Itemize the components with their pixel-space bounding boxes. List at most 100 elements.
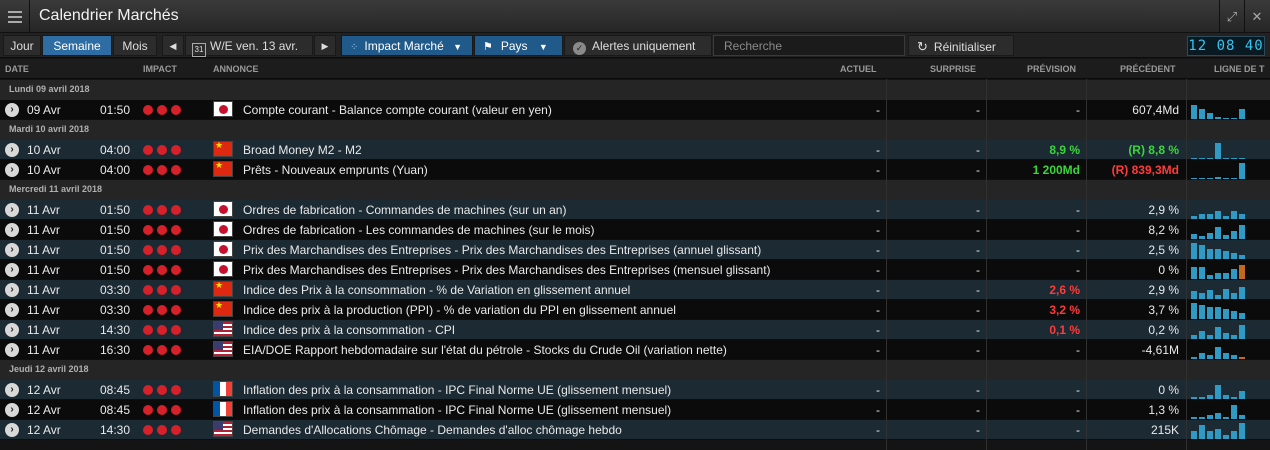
event-announcement[interactable]: Ordres de fabrication - Les commandes de… [243,223,594,237]
event-previous: (R) 839,3Md [1111,163,1179,177]
impact-dot [171,425,181,435]
event-row[interactable]: › 09 Avr 01:50 Compte courant - Balance com… [0,100,1270,120]
trend-bar [1207,415,1213,419]
country-flag-icon [213,261,233,277]
next-week-button[interactable]: ▶ [314,35,336,56]
event-announcement[interactable]: Indice des prix à la production (PPI) - … [243,303,676,317]
expand-row-icon[interactable]: › [5,323,19,337]
col-impact[interactable]: IMPACT [143,64,177,74]
event-time: 01:50 [99,263,130,277]
event-time: 04:00 [99,143,130,157]
trend-bar [1207,249,1213,259]
country-filter-label: Pays [500,39,528,53]
expand-icon[interactable]: ⤢ [1219,0,1244,33]
trend-bar [1223,178,1229,179]
impact-dot [143,405,153,415]
country-flag-icon [213,301,233,317]
country-flag-icon [213,381,233,397]
event-row[interactable]: › 11 Avr 01:50 Ordres de fabrication - Les … [0,220,1270,240]
event-announcement[interactable]: Indice des Prix à la consommation - % de… [243,283,630,297]
event-announcement[interactable]: Prêts - Nouveaux emprunts (Yuan) [243,163,428,177]
search-input[interactable] [713,35,905,56]
trend-bar [1199,397,1205,399]
event-previous: 215K [1150,423,1179,437]
event-row[interactable]: › 11 Avr 01:50 Prix des Marchandises des En… [0,260,1270,280]
trend-bar [1207,431,1213,439]
expand-row-icon[interactable]: › [5,383,19,397]
expand-row-icon[interactable]: › [5,343,19,357]
expand-row-icon[interactable]: › [5,163,19,177]
alerts-only-toggle[interactable]: ✓ Alertes uniquement [564,35,712,56]
event-row[interactable]: ›10 Avr04:00Broad Money M2 - M2--8,9 %(R… [0,140,1270,160]
hamburger-menu-icon[interactable] [0,0,30,33]
event-announcement[interactable]: EIA/DOE Rapport hebdomadaire sur l'état … [243,343,727,357]
col-previous[interactable]: PRÉCÉDENT [1120,64,1176,74]
event-row[interactable]: › 11 Avr 16:30 EIA/DOE Rapport hebdomadaire… [0,340,1270,360]
impact-dot [171,325,181,335]
event-row[interactable]: › 11 Avr 01:50 Prix des Marchandises des En… [0,240,1270,260]
event-announcement[interactable]: Ordres de fabrication - Commandes de mac… [243,203,566,217]
event-row[interactable]: › 11 Avr 03:30 Indice des prix à la product… [0,300,1270,320]
expand-row-icon[interactable]: › [5,143,19,157]
date-group-header: Mardi 10 avril 2018 [0,120,1270,140]
trend-bar [1191,158,1197,159]
event-announcement[interactable]: Compte courant - Balance compte courant … [243,103,552,117]
event-row[interactable]: › 11 Avr 03:30 Indice des Prix à la consomm… [0,280,1270,300]
event-row[interactable]: › 12 Avr 08:45 Inflation des prix à la cons… [0,400,1270,420]
col-forecast[interactable]: PRÉVISION [1027,64,1076,74]
event-row[interactable]: › 11 Avr 01:50 Ordres de fabrication - Comm… [0,200,1270,220]
tab-week[interactable]: Semaine [42,35,112,56]
event-row[interactable]: › 12 Avr 14:30 Demandes d'Allocations Chôma… [0,420,1270,440]
trend-bar [1215,347,1221,359]
event-date: 09 Avr [27,103,61,117]
col-date[interactable]: DATE [5,64,29,74]
event-announcement[interactable]: Inflation des prix à la consammation - I… [243,403,671,417]
country-filter-dropdown[interactable]: ⚑ Pays ▼ [474,35,563,56]
impact-indicator [143,265,187,275]
trend-bar [1239,357,1245,359]
trend-bar [1215,429,1221,439]
trend-bar [1207,178,1213,179]
expand-row-icon[interactable]: › [5,103,19,117]
expand-row-icon[interactable]: › [5,243,19,257]
trend-bar [1239,163,1245,179]
event-row[interactable]: › 10 Avr 04:00 Prêts - Nouveaux emprunts (Y… [0,160,1270,180]
expand-row-icon[interactable]: › [5,203,19,217]
impact-dot [157,425,167,435]
col-actual[interactable]: ACTUEL [840,64,877,74]
impact-dots-icon: ⁘ [350,42,359,53]
prev-week-button[interactable]: ◀ [162,35,184,56]
expand-row-icon[interactable]: › [5,223,19,237]
tab-month[interactable]: Mois [113,35,157,56]
event-announcement[interactable]: Prix des Marchandises des Entreprises - … [243,263,771,277]
expand-row-icon[interactable]: › [5,423,19,437]
event-date: 11 Avr [27,303,60,317]
reset-label: Réinitialiser [933,40,996,54]
event-row[interactable]: › 12 Avr 08:45 Inflation des prix à la cons… [0,380,1270,400]
event-announcement[interactable]: Demandes d'Allocations Chômage - Demande… [243,423,622,437]
close-icon[interactable]: ✕ [1244,0,1269,33]
trend-sparkline [1189,160,1270,180]
impact-indicator [143,405,187,415]
expand-row-icon[interactable]: › [5,403,19,417]
tab-day[interactable]: Jour [3,35,41,56]
expand-row-icon[interactable]: › [5,283,19,297]
event-row[interactable]: › 11 Avr 14:30 Indice des prix à la consomm… [0,320,1270,340]
expand-row-icon[interactable]: › [5,263,19,277]
trend-bar [1191,243,1197,259]
event-previous: -4,61M [1141,343,1179,357]
impact-filter-dropdown[interactable]: ⁘ Impact Marché ▼ [341,35,473,56]
event-announcement[interactable]: Prix des Marchandises des Entreprises - … [243,243,761,257]
event-announcement[interactable]: Broad Money M2 - M2 [243,143,362,157]
event-previous: 607,4Md [1132,103,1179,117]
col-trend[interactable]: LIGNE DE T [1214,64,1265,74]
week-selector[interactable]: 31 W/E ven. 13 avr. [185,35,313,57]
event-announcement[interactable]: Inflation des prix à la consammation - I… [243,383,671,397]
expand-row-icon[interactable]: › [5,303,19,317]
event-announcement[interactable]: Indice des prix à la consommation - CPI [243,323,455,337]
reset-button[interactable]: ↻ Réinitialiser [908,35,1014,56]
trend-bar [1191,216,1197,219]
col-surprise[interactable]: SURPRISE [930,64,976,74]
col-announcement[interactable]: ANNONCE [213,64,259,74]
impact-dot [143,345,153,355]
